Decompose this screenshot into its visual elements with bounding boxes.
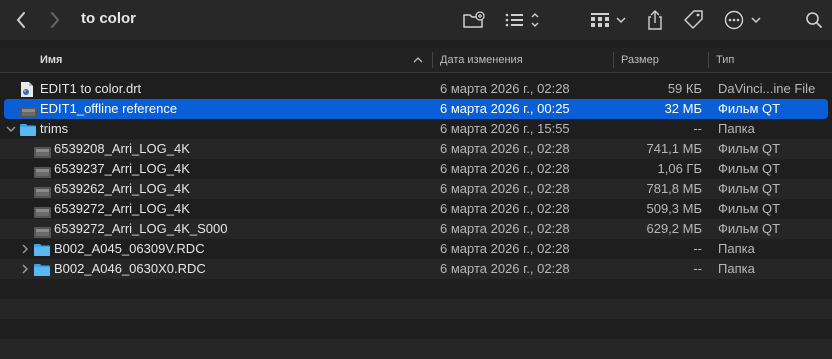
file-kind: Папка — [718, 241, 755, 256]
file-name: B002_A046_0630X0.RDC — [54, 261, 206, 276]
search-button[interactable] — [803, 8, 825, 32]
file-size: 59 КБ — [667, 81, 702, 96]
window-title: to color — [81, 10, 136, 27]
disclosure-closed-icon[interactable] — [19, 239, 31, 259]
more-actions-button[interactable] — [723, 8, 767, 32]
folder-row[interactable]: B002_A045_06309V.RDC 6 марта 2026 г., 02:… — [0, 239, 832, 259]
column-name[interactable]: Имя — [40, 48, 62, 72]
file-name: EDIT1_offline reference — [40, 101, 178, 116]
column-size[interactable]: Размер — [621, 48, 659, 72]
file-size: 1,06 ГБ — [657, 161, 702, 176]
file-kind: Фильм QT — [718, 221, 781, 236]
empty-row — [0, 299, 832, 319]
column-separator[interactable] — [432, 52, 433, 68]
file-name: EDIT1 to color.drt — [40, 81, 142, 96]
file-date: 6 марта 2026 г., 00:25 — [440, 101, 570, 116]
file-name: 6539237_Arri_LOG_4K — [54, 161, 190, 176]
file-name: 6539272_Arri_LOG_4K_S000 — [54, 221, 228, 236]
file-kind: DaVinci...ine File — [718, 81, 816, 96]
empty-row — [0, 279, 832, 299]
group-button[interactable] — [589, 8, 629, 32]
new-folder-icon — [463, 11, 485, 28]
file-size: 741,1 МБ — [646, 141, 702, 156]
file-row[interactable]: 6539272_Arri_LOG_4K_S000 6 марта 2026 г.,… — [0, 219, 832, 239]
file-date: 6 марта 2026 г., 02:28 — [440, 201, 570, 216]
file-date: 6 марта 2026 г., 02:28 — [440, 141, 570, 156]
toolbar: to color — [0, 0, 832, 40]
tag-icon — [684, 10, 703, 29]
column-separator[interactable] — [708, 52, 709, 68]
file-size: -- — [693, 241, 702, 256]
file-date: 6 марта 2026 г., 02:28 — [440, 261, 570, 276]
view-options-button[interactable] — [503, 8, 545, 32]
back-button[interactable] — [10, 8, 32, 32]
file-kind: Фильм QT — [718, 161, 781, 176]
file-size: -- — [693, 261, 702, 276]
column-kind[interactable]: Тип — [716, 48, 734, 72]
file-row[interactable]: EDIT1_offline reference 6 марта 2026 г., … — [4, 99, 828, 119]
disclosure-open-icon[interactable] — [5, 119, 17, 139]
file-size: -- — [693, 121, 702, 136]
file-kind: Фильм QT — [718, 201, 781, 216]
file-name: B002_A045_06309V.RDC — [54, 241, 205, 256]
file-size: 781,8 МБ — [646, 181, 702, 196]
chevron-right-icon — [51, 12, 60, 28]
search-icon — [806, 12, 822, 28]
chevron-left-icon — [16, 12, 25, 28]
list-view-icon — [505, 13, 539, 27]
grid-group-icon — [591, 13, 626, 27]
file-date: 6 марта 2026 г., 02:28 — [440, 81, 570, 96]
column-header: Имя Дата изменения Размер Тип — [0, 48, 832, 73]
file-date: 6 марта 2026 г., 15:55 — [440, 121, 570, 136]
empty-row — [0, 339, 832, 359]
disclosure-closed-icon[interactable] — [19, 259, 31, 279]
empty-row — [0, 319, 832, 339]
file-row[interactable]: 6539262_Arri_LOG_4K 6 марта 2026 г., 02:2… — [0, 179, 832, 199]
file-row[interactable]: 6539208_Arri_LOG_4K 6 марта 2026 г., 02:2… — [0, 139, 832, 159]
file-kind: Фильм QT — [718, 181, 781, 196]
folder-row[interactable]: trims 6 марта 2026 г., 15:55 -- Папка — [0, 119, 832, 139]
file-date: 6 марта 2026 г., 02:28 — [440, 221, 570, 236]
file-kind: Папка — [718, 261, 755, 276]
forward-button[interactable] — [44, 8, 66, 32]
sort-ascending-icon[interactable] — [413, 56, 423, 64]
column-date[interactable]: Дата изменения — [440, 48, 523, 72]
file-date: 6 марта 2026 г., 02:28 — [440, 181, 570, 196]
file-kind: Фильм QT — [718, 101, 781, 116]
file-row[interactable]: EDIT1 to color.drt 6 марта 2026 г., 02:28… — [0, 79, 832, 99]
file-row[interactable]: 6539272_Arri_LOG_4K 6 марта 2026 г., 02:2… — [0, 199, 832, 219]
file-kind: Папка — [718, 121, 755, 136]
file-name: 6539272_Arri_LOG_4K — [54, 201, 190, 216]
file-date: 6 марта 2026 г., 02:28 — [440, 241, 570, 256]
column-separator[interactable] — [613, 52, 614, 68]
ellipsis-circle-icon — [724, 10, 761, 30]
folder-row[interactable]: B002_A046_0630X0.RDC 6 марта 2026 г., 02:… — [0, 259, 832, 279]
file-kind: Фильм QT — [718, 141, 781, 156]
file-name: 6539208_Arri_LOG_4K — [54, 141, 190, 156]
file-list: EDIT1 to color.drt 6 марта 2026 г., 02:28… — [0, 79, 832, 359]
file-size: 629,2 МБ — [646, 221, 702, 236]
tag-button[interactable] — [682, 8, 706, 32]
share-icon — [648, 10, 662, 30]
file-row[interactable]: 6539237_Arri_LOG_4K 6 марта 2026 г., 02:2… — [0, 159, 832, 179]
new-folder-button[interactable] — [461, 8, 487, 32]
file-name: trims — [40, 121, 69, 136]
file-date: 6 марта 2026 г., 02:28 — [440, 161, 570, 176]
share-button[interactable] — [644, 8, 666, 32]
file-name: 6539262_Arri_LOG_4K — [54, 181, 190, 196]
file-size: 32 МБ — [664, 101, 702, 116]
file-size: 509,3 МБ — [646, 201, 702, 216]
